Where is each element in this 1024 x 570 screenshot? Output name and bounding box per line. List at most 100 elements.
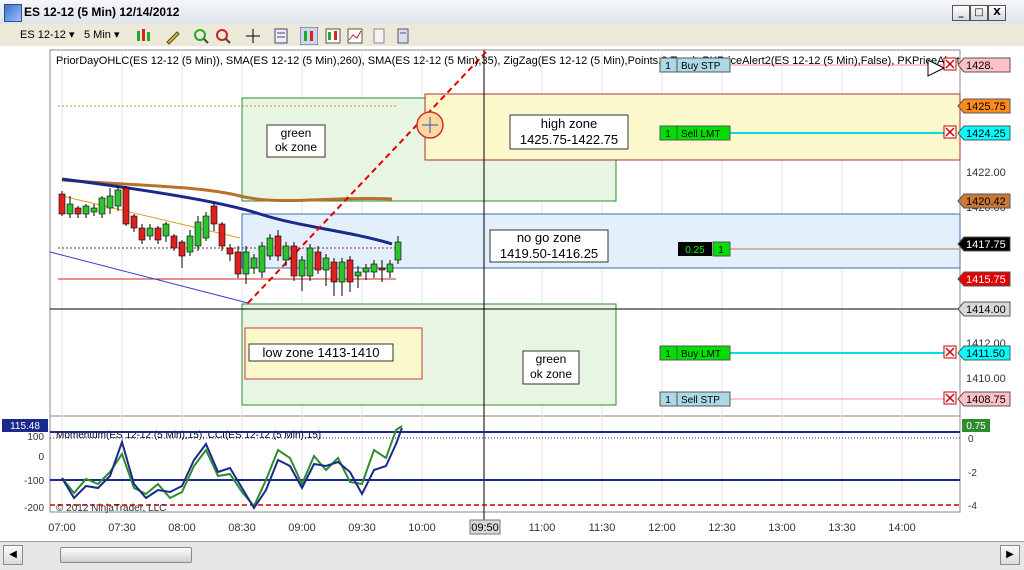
price-tag-1420-42: 1420.42 xyxy=(957,193,1011,209)
time-label-1130: 11:30 xyxy=(589,522,616,534)
strategies-icon[interactable] xyxy=(370,27,388,45)
chart-toolbar: ES 12-12 ▾ 5 Min ▾ xyxy=(0,24,1024,47)
data-box-icon[interactable] xyxy=(324,27,342,45)
price-tag-1415-75: 1415.75 xyxy=(957,271,1011,287)
candle-26 xyxy=(266,234,274,260)
green-ok-top-line2: ok zone xyxy=(275,140,317,154)
svg-text:1408.75: 1408.75 xyxy=(966,394,1006,406)
green-ok-bottom-line2: ok zone xyxy=(530,367,572,381)
buy-stp-qty: 1 xyxy=(665,61,671,72)
osc-left-neg200: -200 xyxy=(24,503,44,514)
position-qty: 1 xyxy=(718,245,724,256)
candle-0 xyxy=(58,191,66,216)
osc-left-0: 0 xyxy=(38,452,44,463)
price-tag-1408-75: 1408.75 xyxy=(957,391,1011,407)
svg-text:1417.75: 1417.75 xyxy=(966,239,1006,251)
interval-dropdown[interactable]: 5 Min ▾ xyxy=(84,27,120,43)
cancel-buy-stp-icon[interactable] xyxy=(943,57,957,71)
price-axis-1422: 1422.00 xyxy=(966,167,1006,179)
buy-lmt-qty: 1 xyxy=(665,349,671,360)
zoom-out-icon[interactable] xyxy=(214,27,232,45)
candle-31 xyxy=(306,244,314,281)
buy-lmt-order[interactable]: 1 Buy LMT xyxy=(659,345,731,361)
no-go-line2: 1419.50-1416.25 xyxy=(500,246,598,261)
time-label-1000: 10:00 xyxy=(408,522,436,534)
candle-29 xyxy=(290,242,298,281)
time-label-1230: 12:30 xyxy=(708,522,736,534)
time-label-0700: 07:00 xyxy=(48,522,76,534)
time-label-1330: 13:30 xyxy=(828,522,856,534)
scroll-right-arrow-icon[interactable]: ▶ xyxy=(1000,545,1020,565)
bar-style-icon[interactable] xyxy=(134,27,152,45)
chart-panel[interactable]: green ok zone high zone 1425.75-1422.75 … xyxy=(0,46,1024,541)
svg-text:1414.00: 1414.00 xyxy=(966,304,1006,316)
sell-lmt-order[interactable]: 1 Sell LMT xyxy=(659,125,731,141)
low-zone-label: low zone 1413-1410 xyxy=(262,345,379,360)
high-zone-line1: high zone xyxy=(541,116,597,131)
crosshair-icon[interactable] xyxy=(244,27,262,45)
time-label-0830: 08:30 xyxy=(228,522,256,534)
copy-icon[interactable] xyxy=(394,27,412,45)
price-axis-1410: 1410.00 xyxy=(966,373,1006,385)
osc-left-100: 100 xyxy=(27,432,44,443)
svg-text:1425.75: 1425.75 xyxy=(966,101,1006,113)
target-marker-icon[interactable] xyxy=(416,111,444,139)
svg-text:1415.75: 1415.75 xyxy=(966,274,1006,286)
window-titlebar[interactable]: ES 12-12 (5 Min) 12/14/2012 _ □ X xyxy=(0,0,1024,25)
indicators-label: PriorDayOHLC(ES 12-12 (5 Min)), SMA(ES 1… xyxy=(56,55,960,67)
price-tag-1417-75: 1417.75 xyxy=(957,236,1011,252)
price-tag-1428-: 1428. xyxy=(957,57,1011,73)
buy-stp-order[interactable]: 1 Buy STP xyxy=(659,57,731,73)
horizontal-scrollbar[interactable]: ◀ ▶ xyxy=(0,541,1024,570)
sell-lmt-label: Sell LMT xyxy=(681,129,720,140)
position-display[interactable]: 0.25 1 xyxy=(678,241,731,257)
price-chart[interactable]: green ok zone high zone 1425.75-1422.75 … xyxy=(0,46,1024,541)
drawing-tools-icon[interactable] xyxy=(164,27,182,45)
buy-lmt-label: Buy LMT xyxy=(681,349,721,360)
price-tag-1414-00: 1414.00 xyxy=(957,301,1011,317)
buy-stp-label: Buy STP xyxy=(681,61,721,72)
scroll-left-arrow-icon[interactable]: ◀ xyxy=(3,545,23,565)
price-tag-1425-75: 1425.75 xyxy=(957,98,1011,114)
svg-text:1424.25: 1424.25 xyxy=(966,128,1006,140)
cancel-sell-stp-icon[interactable] xyxy=(943,391,957,405)
time-label-1100: 11:00 xyxy=(529,522,556,534)
instrument-dropdown[interactable]: ES 12-12 ▾ xyxy=(20,27,74,43)
sell-lmt-qty: 1 xyxy=(665,129,671,140)
svg-text:1428.: 1428. xyxy=(966,60,994,72)
time-label-1200: 12:00 xyxy=(648,522,676,534)
candle-18 xyxy=(202,212,210,241)
sell-stp-order[interactable]: 1 Sell STP xyxy=(659,391,731,407)
time-label-1400: 14:00 xyxy=(888,522,916,534)
position-pnl: 0.25 xyxy=(685,245,705,256)
chart-trader-icon[interactable] xyxy=(300,27,318,45)
close-button[interactable]: X xyxy=(988,5,1006,21)
high-zone-line2: 1425.75-1422.75 xyxy=(520,132,618,147)
osc-left-tag-text: 115.48 xyxy=(10,421,40,432)
minimize-button[interactable]: _ xyxy=(952,5,970,21)
price-tags: 1428. 1425.75 1424.25 1420.42 1417.75 1415.75… xyxy=(957,57,1011,407)
green-ok-top-line1: green xyxy=(281,126,312,140)
cancel-buy-lmt-icon[interactable] xyxy=(943,345,957,359)
time-label-0730: 07:30 xyxy=(108,522,136,534)
sell-stp-label: Sell STP xyxy=(681,395,720,406)
cancel-sell-lmt-icon[interactable] xyxy=(943,125,957,139)
scrollbar-thumb[interactable] xyxy=(60,547,192,563)
properties-icon[interactable] xyxy=(272,27,290,45)
maximize-button[interactable]: □ xyxy=(970,5,988,21)
osc-right-neg2: -2 xyxy=(968,468,977,479)
osc-left-neg100: -100 xyxy=(24,476,44,487)
zoom-in-icon[interactable] xyxy=(192,27,210,45)
sell-stp-qty: 1 xyxy=(665,395,671,406)
time-label-0800: 08:00 xyxy=(168,522,196,534)
copyright-text: © 2012 NinjaTrader, LLC xyxy=(56,503,166,514)
green-ok-bottom-line1: green xyxy=(536,352,567,366)
time-label-1300: 13:00 xyxy=(768,522,796,534)
svg-text:1420.42: 1420.42 xyxy=(966,196,1006,208)
window-title: ES 12-12 (5 Min) 12/14/2012 xyxy=(24,5,180,19)
osc-right-tag-text: 0.75 xyxy=(966,421,986,432)
osc-right-neg4: -4 xyxy=(968,501,977,512)
indicators-icon[interactable] xyxy=(346,27,364,45)
price-tag-1411-50: 1411.50 xyxy=(957,345,1011,361)
time-label-0930: 09:30 xyxy=(348,522,376,534)
